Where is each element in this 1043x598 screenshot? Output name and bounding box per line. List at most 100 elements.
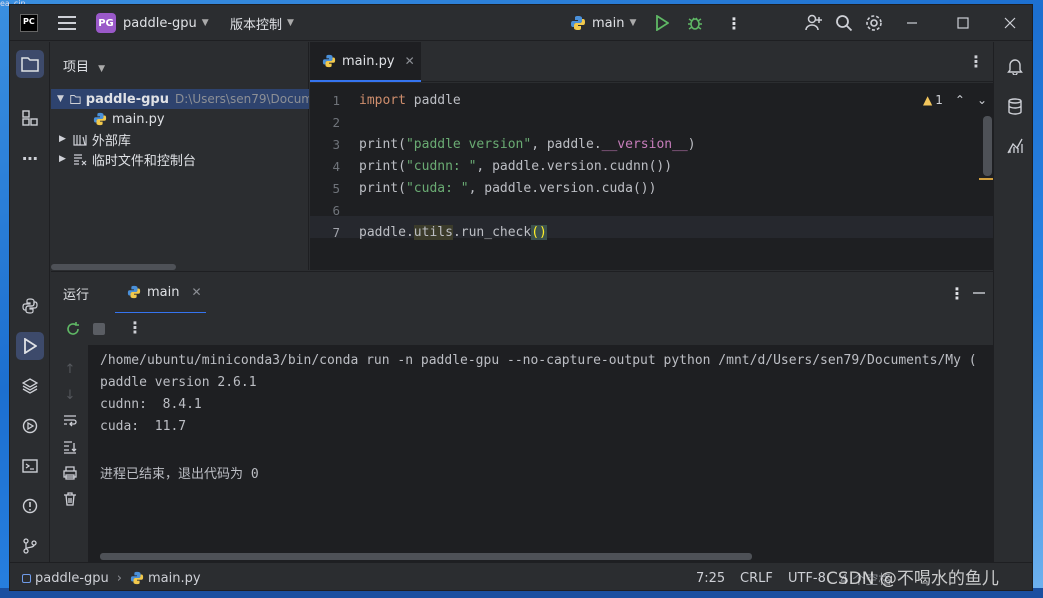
file-encoding[interactable]: UTF-8 bbox=[788, 563, 826, 590]
close-tab-icon[interactable]: ✕ bbox=[405, 54, 415, 68]
run-console-output[interactable]: /home/ubuntu/miniconda3/bin/conda run -n… bbox=[88, 345, 993, 562]
line-number: 6 bbox=[332, 203, 340, 218]
structure-icon bbox=[22, 110, 38, 126]
code-paren-match: () bbox=[531, 225, 547, 240]
run-icon bbox=[656, 15, 669, 31]
hamburger-menu-icon bbox=[58, 16, 76, 30]
sciview-button[interactable] bbox=[1001, 132, 1029, 160]
python-file-icon bbox=[93, 112, 107, 126]
python-console-icon bbox=[22, 298, 38, 314]
tree-item-scratches[interactable]: ▶ 临时文件和控制台 bbox=[51, 149, 309, 169]
editor-vertical-scrollbar[interactable] bbox=[983, 116, 992, 176]
tab-options-button[interactable]: ⋮ bbox=[968, 52, 984, 71]
console-horizontal-scrollbar[interactable] bbox=[100, 553, 752, 560]
file-encoding-text: UTF-8 bbox=[788, 570, 826, 586]
more-actions-button[interactable]: ⋮ bbox=[726, 5, 742, 41]
stop-icon[interactable] bbox=[93, 323, 105, 335]
chevron-right-icon[interactable]: ▶ bbox=[59, 134, 66, 144]
caret-position[interactable]: 7:25 bbox=[696, 563, 725, 590]
more-vertical-icon: ⋮ bbox=[968, 52, 984, 71]
run-tab-main[interactable]: main ✕ bbox=[115, 272, 206, 314]
project-horizontal-scrollbar[interactable] bbox=[51, 264, 176, 270]
code-line-1: import paddle bbox=[359, 93, 461, 108]
notifications-button[interactable] bbox=[1001, 52, 1029, 80]
services-tool-button[interactable] bbox=[16, 412, 44, 440]
add-user-button[interactable] bbox=[805, 5, 823, 41]
vcs-menu[interactable]: 版本控制 ▼ bbox=[230, 5, 294, 41]
more-vertical-icon: ⋮ bbox=[949, 283, 965, 303]
close-tab-icon[interactable]: ✕ bbox=[191, 285, 201, 299]
code-editor[interactable]: 1 2 3 4 5 6 7 import paddle print("paddl… bbox=[310, 83, 993, 270]
minimize-button[interactable] bbox=[906, 5, 918, 41]
project-tool-button[interactable] bbox=[16, 50, 44, 78]
chevron-up-icon[interactable]: ⌃ bbox=[955, 93, 965, 107]
inspection-widget[interactable]: ▲ 1 ⌃ ⌄ bbox=[923, 93, 987, 107]
terminal-tool-button[interactable] bbox=[16, 452, 44, 480]
run-options-button[interactable]: ⋮ bbox=[949, 272, 965, 314]
chevron-down-icon[interactable]: ▼ bbox=[57, 94, 64, 104]
title-bar: PC PG paddle-gpu ▼ 版本控制 ▼ main ▼ ⋮ bbox=[10, 5, 1032, 41]
python-console-button[interactable] bbox=[16, 292, 44, 320]
run-toolbar: ⋮ bbox=[51, 313, 993, 345]
run-panel-title: 运行 bbox=[63, 272, 89, 314]
project-panel-header[interactable]: 项目 ▼ bbox=[63, 56, 105, 75]
tab-main-py[interactable]: main.py ✕ bbox=[310, 42, 421, 82]
scroll-to-end-button[interactable] bbox=[60, 437, 80, 457]
hide-panel-button[interactable] bbox=[973, 272, 985, 314]
close-window-button[interactable] bbox=[1004, 5, 1016, 41]
maximize-button[interactable] bbox=[957, 5, 969, 41]
breadcrumb-project[interactable]: paddle-gpu bbox=[35, 571, 109, 586]
main-menu-button[interactable] bbox=[58, 5, 76, 41]
database-icon bbox=[1008, 97, 1022, 115]
line-ending[interactable]: CRLF bbox=[740, 563, 773, 590]
arrow-up-icon: ↑ bbox=[64, 361, 76, 377]
services-icon bbox=[22, 418, 38, 434]
tree-item-project-root[interactable]: ▼ paddle-gpu D:\Users\sen79\Documents\My bbox=[51, 89, 309, 109]
print-button[interactable] bbox=[60, 463, 80, 483]
tree-item-main-py[interactable]: main.py bbox=[51, 109, 309, 129]
layers-tool-button[interactable] bbox=[16, 372, 44, 400]
more-horizontal-icon: ⋯ bbox=[22, 148, 38, 168]
soft-wrap-button[interactable] bbox=[60, 411, 80, 431]
tree-item-label: 外部库 bbox=[91, 133, 131, 149]
settings-button[interactable] bbox=[865, 5, 883, 41]
chevron-right-icon: › bbox=[116, 570, 122, 586]
code-line-5: print("cuda: ", paddle.version.cuda()) bbox=[359, 181, 656, 196]
scroll-up-button[interactable]: ↑ bbox=[60, 359, 80, 379]
run-toolbar-more[interactable]: ⋮ bbox=[127, 318, 143, 337]
search-button[interactable] bbox=[835, 5, 853, 41]
breadcrumb-file[interactable]: main.py bbox=[148, 571, 201, 586]
project-panel-title: 项目 bbox=[63, 60, 90, 75]
code-string: "cudnn: " bbox=[405, 159, 477, 174]
debug-button[interactable] bbox=[687, 5, 703, 41]
tree-item-label: paddle-gpu bbox=[85, 91, 169, 107]
problems-tool-button[interactable] bbox=[16, 492, 44, 520]
code-keyword: import bbox=[359, 93, 406, 108]
run-tool-button[interactable] bbox=[16, 332, 44, 360]
database-button[interactable] bbox=[1001, 92, 1029, 120]
tab-label: main.py bbox=[342, 53, 395, 69]
code-text: print( bbox=[359, 159, 406, 174]
problems-icon bbox=[22, 498, 38, 514]
console-line: /home/ubuntu/miniconda3/bin/conda run -n… bbox=[100, 353, 977, 368]
more-tools-button[interactable]: ⋯ bbox=[16, 144, 44, 172]
run-panel-title-text: 运行 bbox=[63, 287, 90, 303]
warning-stripe-marker[interactable] bbox=[979, 178, 993, 180]
structure-tool-button[interactable] bbox=[16, 104, 44, 132]
git-tool-button[interactable] bbox=[16, 532, 44, 560]
chevron-down-icon[interactable]: ⌄ bbox=[977, 93, 987, 107]
project-switcher[interactable]: PG paddle-gpu ▼ bbox=[96, 5, 209, 41]
rerun-button[interactable] bbox=[65, 321, 81, 341]
scroll-down-button[interactable]: ↓ bbox=[60, 385, 80, 405]
chevron-right-icon[interactable]: ▶ bbox=[59, 154, 66, 164]
gear-icon bbox=[866, 15, 882, 31]
run-button[interactable] bbox=[655, 5, 669, 41]
code-warning-highlight: utils bbox=[413, 225, 453, 240]
code-text: , paddle. bbox=[531, 137, 602, 152]
run-config-selector[interactable]: main ▼ bbox=[570, 5, 636, 41]
app-logo[interactable]: PC bbox=[20, 5, 38, 41]
scratches-icon bbox=[73, 153, 87, 165]
tree-item-external-libs[interactable]: ▶ 外部库 bbox=[51, 129, 309, 149]
console-line: cuda: 11.7 bbox=[100, 419, 187, 434]
clear-console-button[interactable] bbox=[60, 489, 80, 509]
